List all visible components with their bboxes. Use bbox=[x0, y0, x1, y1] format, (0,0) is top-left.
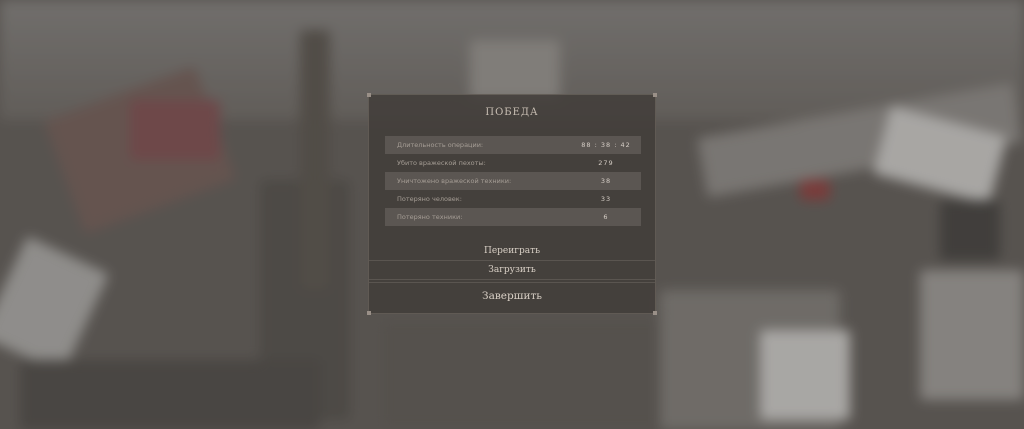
corner-ornament bbox=[653, 311, 657, 315]
stat-value: 38 bbox=[600, 177, 612, 185]
stat-value: 6 bbox=[603, 213, 609, 221]
stat-row-duration: Длительность операции: 88 : 38 : 42 bbox=[385, 136, 641, 154]
stat-row-vehicles-lost: Потеряно техники: 6 bbox=[385, 208, 641, 226]
victory-dialog: ПОБЕДА Длительность операции: 88 : 38 : … bbox=[367, 93, 657, 315]
corner-ornament bbox=[367, 93, 371, 97]
game-screen: ПОБЕДА Длительность операции: 88 : 38 : … bbox=[0, 0, 1024, 429]
stat-label: Убито вражеской пехоты: bbox=[397, 159, 486, 167]
stat-value: 279 bbox=[598, 159, 614, 167]
stat-value: 88 : 38 : 42 bbox=[581, 141, 631, 149]
stat-row-infantry-killed: Убито вражеской пехоты: 279 bbox=[385, 154, 641, 172]
stat-label: Длительность операции: bbox=[397, 141, 484, 149]
stat-row-men-lost: Потеряно человек: 33 bbox=[385, 190, 641, 208]
stat-label: Потеряно техники: bbox=[397, 213, 463, 221]
replay-button[interactable]: Переиграть bbox=[369, 242, 655, 261]
stats-table: Длительность операции: 88 : 38 : 42 Убит… bbox=[385, 136, 641, 226]
finish-button[interactable]: Завершить bbox=[369, 282, 655, 309]
stat-label: Потеряно человек: bbox=[397, 195, 462, 203]
corner-ornament bbox=[367, 311, 371, 315]
stat-row-vehicles-destroyed: Уничтожено вражеской техники: 38 bbox=[385, 172, 641, 190]
stat-value: 33 bbox=[600, 195, 612, 203]
load-button[interactable]: Загрузить bbox=[369, 261, 655, 280]
dialog-actions: Переиграть Загрузить Завершить bbox=[369, 242, 655, 309]
corner-ornament bbox=[653, 93, 657, 97]
stat-label: Уничтожено вражеской техники: bbox=[397, 177, 512, 185]
dialog-title: ПОБЕДА bbox=[485, 107, 539, 118]
